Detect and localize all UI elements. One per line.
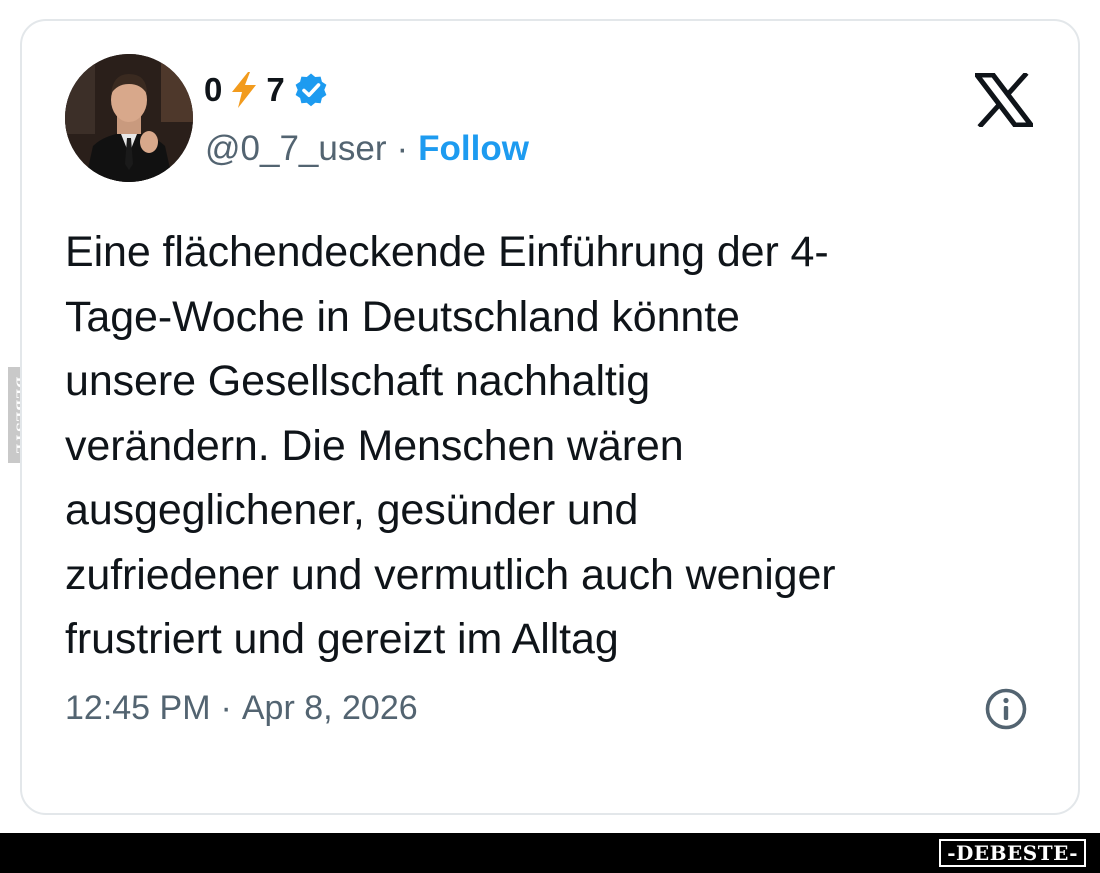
tweet-card: 0 7 @0_7_user · Follow Eine flächendecke… [20,19,1080,815]
tweet-date[interactable]: Apr 8, 2026 [242,689,418,728]
x-logo-icon[interactable] [975,73,1033,127]
page: DEBESTE 0 7 [0,0,1100,873]
bottom-bar: -DEBESTE- [0,833,1100,873]
tweet-time[interactable]: 12:45 PM [65,689,211,728]
handle-row: @0_7_user · Follow [205,127,529,171]
display-name[interactable]: 0 7 [204,68,329,112]
avatar-image [65,54,193,182]
lightning-bolt-icon [232,72,257,108]
tweet-meta: 12:45 PM · Apr 8, 2026 [65,686,418,730]
display-name-end: 7 [266,71,285,108]
tweet-text: Eine flächendeckende Einführung der 4- T… [65,228,836,663]
brand-badge: -DEBESTE- [937,837,1088,869]
display-name-start: 0 [204,71,223,108]
separator-dot: · [396,129,409,168]
verified-badge-icon[interactable] [293,72,329,108]
user-handle[interactable]: @0_7_user [205,129,386,169]
avatar[interactable] [65,54,193,182]
meta-separator: · [220,688,232,727]
info-icon[interactable] [983,686,1029,732]
follow-button[interactable]: Follow [418,129,529,169]
